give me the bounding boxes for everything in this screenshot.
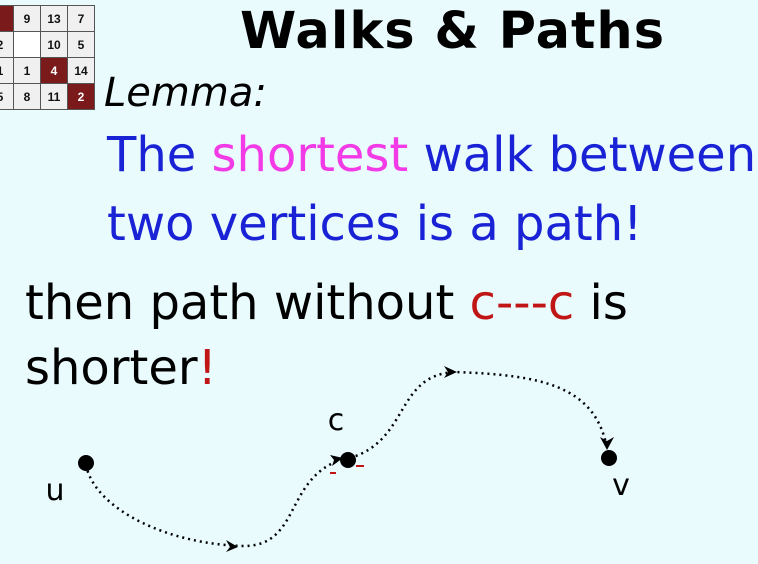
arrowhead [600,437,614,450]
vertex-label-v: v [612,468,630,503]
walk-diagram: u c v [45,366,630,552]
walk-segment-c-to-v [349,370,609,460]
vertex-u [78,455,94,471]
walk-segment-u-to-c [84,458,341,548]
vertex-label-u: u [45,473,64,508]
vertex-label-c: c [328,403,345,438]
vertex-v [601,450,617,466]
arrowhead [226,540,238,552]
vertex-c [340,452,356,468]
